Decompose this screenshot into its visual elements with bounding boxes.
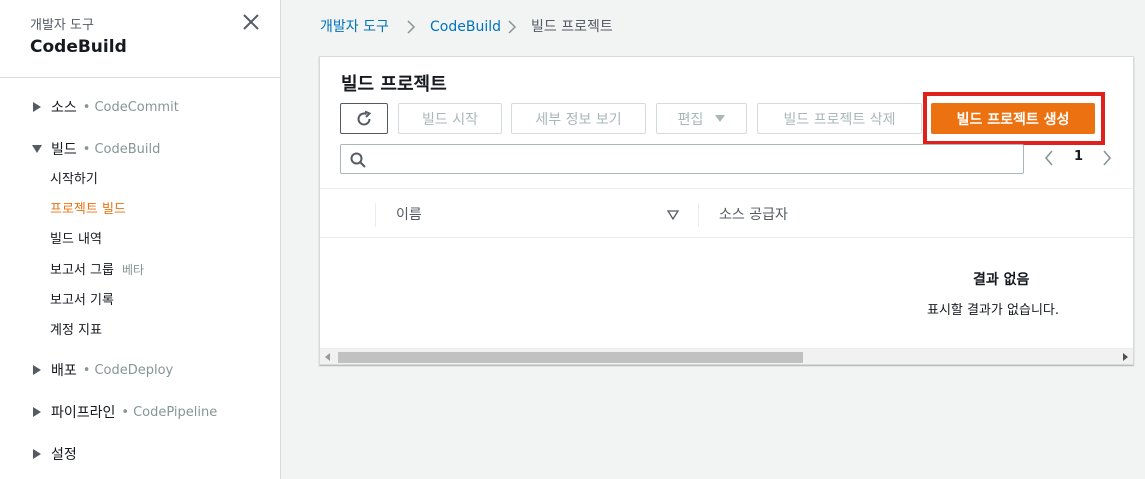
sidebar-section-service: CodeDeploy: [94, 362, 174, 378]
sidebar-item-report-history[interactable]: 보고서 기록: [50, 291, 114, 311]
scroll-right-arrow-icon[interactable]: [1123, 353, 1128, 361]
sidebar-header: 개발자 도구 CodeBuild: [0, 0, 280, 78]
breadcrumb-build-projects: 빌드 프로젝트: [531, 19, 613, 35]
build-projects-panel: 빌드 프로젝트 빌드 시작 세부 정보 보기 편집 빌드 프로젝트 삭제 빌드 …: [319, 56, 1134, 365]
column-header-source-provider[interactable]: 소스 공급자: [719, 204, 788, 224]
sidebar-section-label: 배포: [51, 363, 77, 379]
chevron-right-icon: [407, 20, 416, 34]
column-divider: [375, 203, 376, 227]
caret-right-icon: [33, 102, 41, 112]
horizontal-scrollbar[interactable]: [320, 348, 1133, 364]
edit-button-label: 편집: [677, 111, 704, 128]
sidebar-section-label: 파이프라인: [51, 405, 116, 421]
panel-title: 빌드 프로젝트: [341, 74, 447, 95]
sidebar-section-pipeline[interactable]: 파이프라인 • CodePipeline: [32, 401, 217, 423]
view-details-button[interactable]: 세부 정보 보기: [511, 103, 646, 134]
sidebar-subtitle: 개발자 도구: [30, 18, 94, 33]
sidebar-section-build[interactable]: 빌드 • CodeBuild: [32, 138, 160, 160]
separator-dot: •: [82, 141, 91, 157]
start-build-button[interactable]: 빌드 시작: [398, 103, 502, 134]
delete-build-project-button[interactable]: 빌드 프로젝트 삭제: [757, 103, 922, 134]
caret-right-icon: [33, 365, 41, 375]
sidebar-section-deploy[interactable]: 배포 • CodeDeploy: [32, 359, 173, 381]
column-header-name[interactable]: 이름: [396, 204, 422, 224]
scroll-left-arrow-icon[interactable]: [325, 353, 330, 361]
highlight-box: [923, 92, 1105, 145]
sidebar-item-report-groups[interactable]: 보고서 그룹 베타: [50, 260, 144, 280]
sidebar-section-service: CodePipeline: [133, 404, 218, 420]
empty-state-title: 결과 없음: [973, 272, 1030, 288]
sidebar-item-account-metrics[interactable]: 계정 지표: [50, 321, 102, 341]
search-icon: [350, 152, 366, 168]
sidebar-title[interactable]: CodeBuild: [30, 37, 127, 57]
sidebar-item-getting-started[interactable]: 시작하기: [50, 170, 98, 190]
sort-icon[interactable]: [667, 209, 679, 221]
caret-down-icon: [715, 115, 726, 122]
column-divider: [698, 203, 699, 227]
search-input[interactable]: [373, 148, 1013, 170]
refresh-icon: [357, 110, 372, 125]
sidebar-section-label: 소스: [51, 100, 77, 116]
side-navigation: 개발자 도구 CodeBuild 소스 • CodeCommit 빌드 • Co…: [0, 0, 281, 479]
chevron-right-icon: [508, 20, 517, 34]
breadcrumb-codebuild[interactable]: CodeBuild: [430, 17, 501, 37]
caret-down-icon: [32, 145, 42, 153]
refresh-button[interactable]: [340, 103, 388, 134]
caret-right-icon: [33, 449, 41, 459]
sidebar-section-label: 설정: [51, 447, 77, 463]
empty-state-text: 표시할 결과가 없습니다.: [927, 303, 1059, 318]
previous-page-icon[interactable]: [1042, 149, 1056, 167]
next-page-icon[interactable]: [1100, 149, 1114, 167]
separator-dot: •: [121, 404, 130, 420]
sidebar-section-label: 빌드: [51, 142, 77, 158]
caret-right-icon: [33, 407, 41, 417]
sidebar-item-build-projects[interactable]: 프로젝트 빌드: [50, 200, 126, 220]
table-header: 이름 소스 공급자: [320, 188, 1133, 238]
separator-dot: •: [82, 362, 91, 378]
close-icon[interactable]: [239, 10, 263, 34]
separator-dot: •: [82, 99, 91, 115]
edit-dropdown-button[interactable]: 편집: [656, 103, 747, 134]
sidebar-section-settings[interactable]: 설정: [32, 443, 77, 465]
sidebar-section-service: CodeCommit: [94, 99, 179, 115]
breadcrumb-developer-tools[interactable]: 개발자 도구: [320, 17, 389, 37]
sidebar-section-service: CodeBuild: [94, 141, 161, 157]
sidebar-item-build-history[interactable]: 빌드 내역: [50, 230, 102, 250]
beta-badge: 베타: [121, 263, 145, 277]
sidebar-item-label: 보고서 그룹: [50, 263, 114, 278]
page-number[interactable]: 1: [1074, 149, 1083, 164]
scrollbar-thumb[interactable]: [338, 352, 803, 363]
sidebar-section-source[interactable]: 소스 • CodeCommit: [32, 96, 179, 118]
search-box: [340, 144, 1024, 174]
